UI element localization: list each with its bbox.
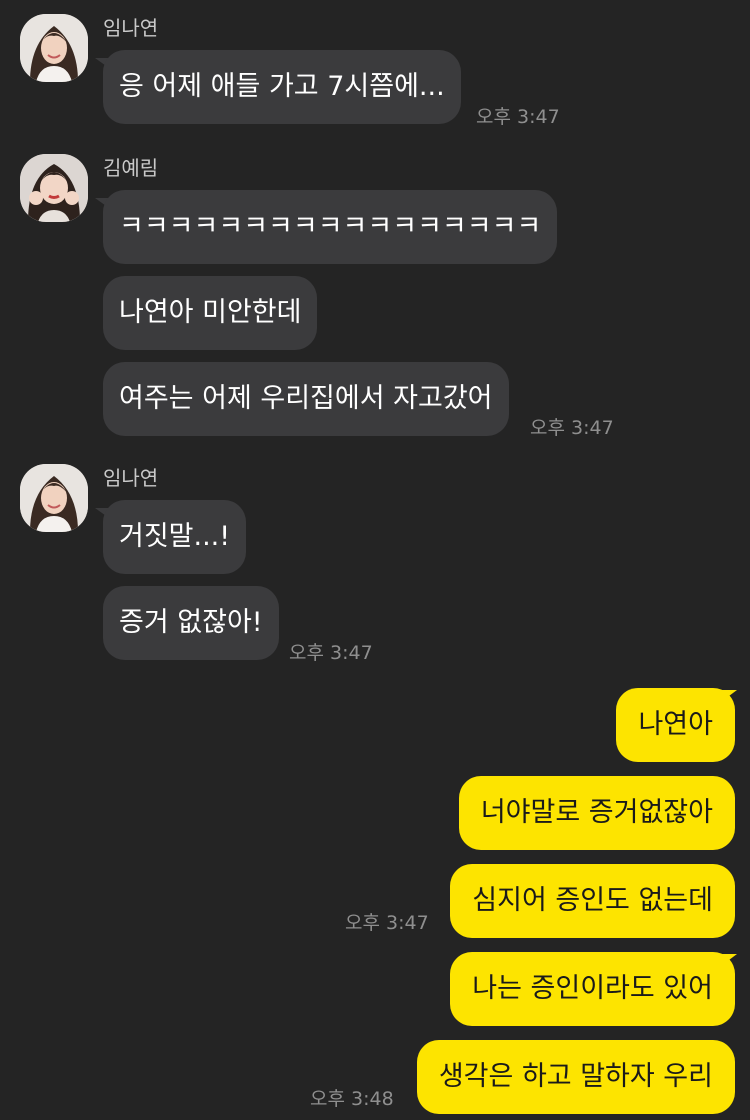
message-bubble[interactable]: 나연아	[616, 688, 735, 762]
message-bubble[interactable]: 심지어 증인도 없는데	[450, 864, 735, 938]
message-bubble[interactable]: 증거 없잖아!	[103, 586, 279, 660]
profile-photo-icon	[20, 464, 88, 532]
message-bubble[interactable]: 나연아 미안한데	[103, 276, 318, 350]
message-bubble[interactable]: 나는 증인이라도 있어	[450, 952, 735, 1026]
sender-name: 김예림	[103, 156, 159, 180]
message-time: 오후 3:47	[530, 417, 614, 439]
sender-name: 임나연	[103, 16, 159, 40]
sender-name: 임나연	[103, 466, 159, 490]
avatar[interactable]	[20, 464, 88, 532]
message-time: 오후 3:48	[310, 1088, 394, 1110]
avatar[interactable]	[20, 14, 88, 82]
message-bubble[interactable]: 여주는 어제 우리집에서 자고갔어	[103, 362, 509, 436]
message-bubble[interactable]: ㅋㅋㅋㅋㅋㅋㅋㅋㅋㅋㅋㅋㅋㅋㅋㅋㅋ	[103, 190, 558, 264]
message-bubble[interactable]: 거짓말...!	[103, 500, 247, 574]
message-time: 오후 3:47	[345, 912, 429, 934]
message-bubble[interactable]: 응 어제 애들 가고 7시쯤에...	[103, 50, 461, 124]
message-bubble[interactable]: 생각은 하고 말하자 우리	[416, 1040, 735, 1114]
message-bubble[interactable]: 너야말로 증거없잖아	[458, 776, 735, 850]
profile-photo-icon	[20, 154, 88, 222]
message-time: 오후 3:47	[289, 642, 373, 664]
avatar[interactable]	[20, 154, 88, 222]
message-time: 오후 3:47	[476, 106, 560, 128]
profile-photo-icon	[20, 14, 88, 82]
